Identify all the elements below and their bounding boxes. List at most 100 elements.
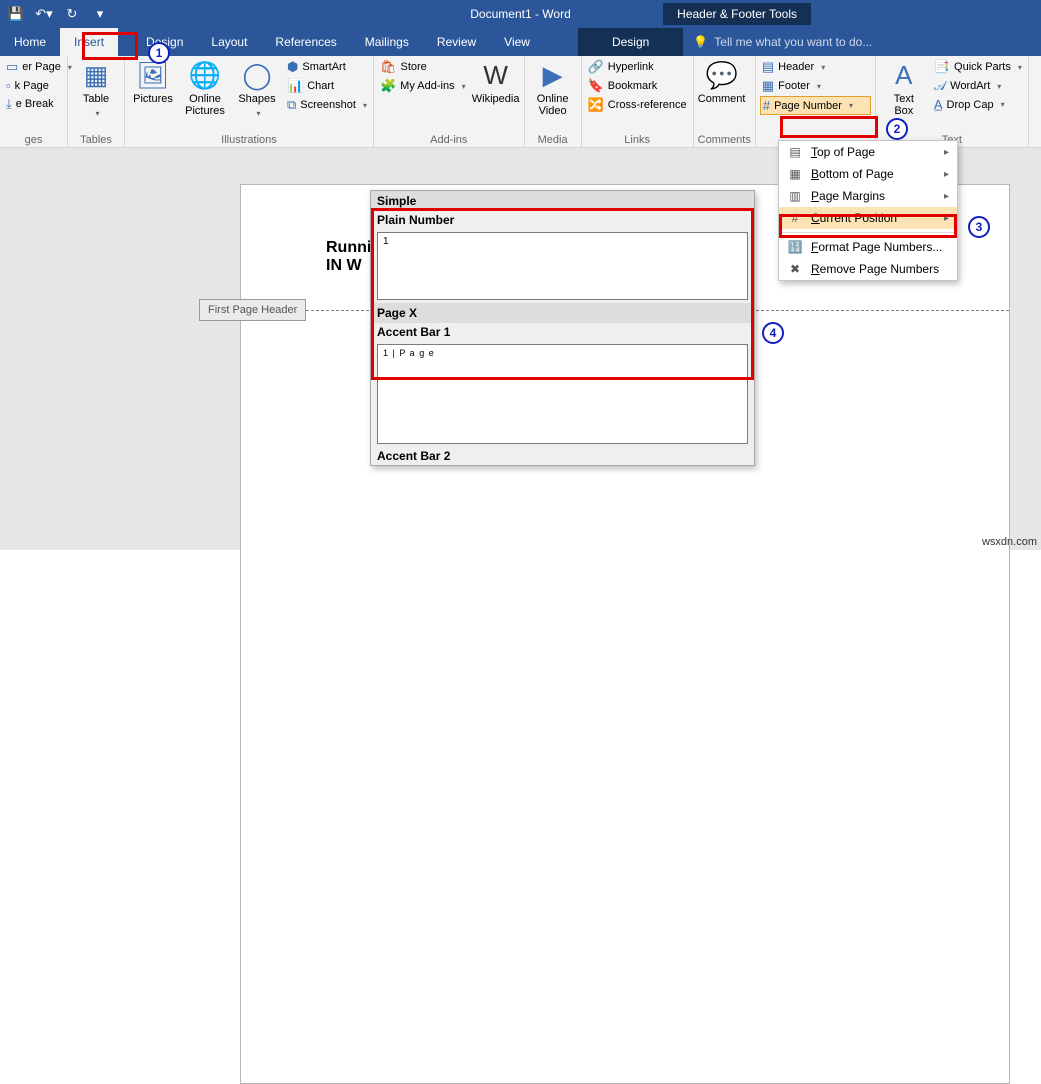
current-pos-icon: #	[787, 211, 803, 225]
group-comments: 💬Comment Comments	[694, 56, 756, 147]
badge-2: 2	[886, 118, 908, 140]
blank-page-button[interactable]: ▫k Page	[4, 77, 63, 94]
footer-button[interactable]: ▦Footer	[760, 77, 871, 95]
pictures-button[interactable]: 🖼Pictures	[129, 58, 177, 105]
header-icon: ▤	[762, 59, 774, 75]
my-addins-button[interactable]: 🧩My Add-ins	[378, 77, 468, 95]
online-pictures-button[interactable]: 🌐Online Pictures	[181, 58, 229, 117]
dropcap-icon: A̲	[934, 97, 943, 112]
tab-view[interactable]: View	[490, 28, 544, 56]
wikipedia-button[interactable]: WWikipedia	[472, 58, 520, 105]
blank-page-icon: ▫	[6, 78, 11, 93]
screenshot-button[interactable]: ⧉Screenshot	[285, 96, 369, 114]
wordart-icon: 𝒜	[934, 78, 946, 94]
comment-button[interactable]: 💬Comment	[698, 58, 746, 105]
hyperlink-icon: 🔗	[588, 59, 604, 75]
dd-format-page-numbers[interactable]: 🔢Format Page Numbers...	[779, 236, 957, 258]
margins-icon: ▥	[787, 189, 803, 203]
cross-reference-button[interactable]: 🔀Cross-reference	[586, 96, 689, 114]
chart-button[interactable]: 📊Chart	[285, 77, 369, 95]
group-label-addins: Add-ins	[378, 133, 520, 147]
submenu-arrow-icon: ▸	[944, 169, 949, 180]
gallery-preview-accent1[interactable]: 1 | P a g e	[377, 344, 748, 444]
group-label-tables: Tables	[72, 133, 120, 147]
dd-page-margins[interactable]: ▥Page Margins▸	[779, 185, 957, 207]
cover-page-icon: ▭	[6, 59, 18, 75]
group-label-media: Media	[529, 133, 577, 147]
top-page-icon: ▤	[787, 145, 803, 159]
cover-page-button[interactable]: ▭er Page	[4, 58, 63, 76]
group-headerfooter: ▤Header ▦Footer #Page Number Header & Fo…	[756, 56, 876, 147]
tab-insert[interactable]: Insert	[60, 28, 118, 56]
wikipedia-icon: W	[472, 60, 520, 91]
chart-icon: 📊	[287, 78, 303, 94]
bookmark-button[interactable]: 🔖Bookmark	[586, 77, 689, 95]
document-title: Document1 - Word	[470, 7, 570, 21]
tell-me-search[interactable]: 💡 Tell me what you want to do...	[693, 28, 872, 56]
bookmark-icon: 🔖	[588, 78, 604, 94]
tab-layout[interactable]: Layout	[197, 28, 261, 56]
submenu-arrow-icon: ▸	[944, 147, 949, 158]
smartart-button[interactable]: ⬢SmartArt	[285, 58, 369, 76]
lightbulb-icon: 💡	[693, 35, 708, 49]
page-number-button[interactable]: #Page Number	[760, 96, 871, 115]
customize-qat-icon[interactable]: ▾	[88, 2, 112, 26]
save-icon[interactable]: 💾	[4, 2, 28, 26]
tab-references[interactable]: References	[261, 28, 350, 56]
shapes-button[interactable]: ◯Shapes	[233, 58, 281, 119]
document-body-text: Runni IN W	[326, 239, 371, 275]
drop-cap-button[interactable]: A̲Drop Cap	[932, 96, 1024, 113]
submenu-arrow-icon: ▸	[944, 213, 949, 224]
screenshot-icon: ⧉	[287, 97, 296, 113]
dd-current-position[interactable]: #Current Position▸	[779, 207, 957, 229]
page-number-gallery[interactable]: Simple Plain Number 1 Page X Accent Bar …	[370, 190, 755, 466]
gallery-preview-plain[interactable]: 1	[377, 232, 748, 300]
contextual-tab-title: Header & Footer Tools	[663, 3, 811, 25]
undo-icon[interactable]: ↶▾	[32, 2, 56, 26]
footer-icon: ▦	[762, 78, 774, 94]
dd-bottom-of-page[interactable]: ▦Bottom of Page▸	[779, 163, 957, 185]
tab-home[interactable]: Home	[0, 28, 60, 56]
shapes-icon: ◯	[233, 60, 281, 91]
store-icon: 🛍	[380, 59, 397, 75]
watermark: wsxdn.com	[982, 536, 1037, 548]
addins-icon: 🧩	[380, 78, 396, 94]
table-button[interactable]: ▦ Table	[72, 58, 120, 119]
tab-review[interactable]: Review	[423, 28, 490, 56]
group-addins: 🛍Store 🧩My Add-ins WWikipedia Add-ins	[374, 56, 525, 147]
badge-1: 1	[148, 42, 170, 64]
page-number-icon: #	[763, 98, 770, 113]
wordart-button[interactable]: 𝒜WordArt	[932, 77, 1024, 95]
comment-icon: 💬	[698, 60, 746, 91]
video-icon: ▶	[529, 60, 577, 91]
textbox-icon: A	[880, 60, 928, 91]
tab-mailings[interactable]: Mailings	[351, 28, 423, 56]
group-pages: ▭er Page ▫k Page ⤓e Break ges	[0, 56, 68, 147]
dd-remove-page-numbers[interactable]: ✖Remove Page Numbers	[779, 258, 957, 280]
online-pictures-icon: 🌐	[181, 60, 229, 91]
online-video-button[interactable]: ▶Online Video	[529, 58, 577, 117]
gallery-item-accent1[interactable]: Accent Bar 1	[371, 323, 754, 341]
group-tables: ▦ Table Tables	[68, 56, 125, 147]
group-label-pages: ges	[4, 133, 63, 147]
store-button[interactable]: 🛍Store	[378, 58, 468, 76]
bottom-page-icon: ▦	[787, 167, 803, 181]
first-page-header-tab[interactable]: First Page Header	[199, 299, 306, 321]
hyperlink-button[interactable]: 🔗Hyperlink	[586, 58, 689, 76]
page-break-icon: ⤓	[6, 96, 12, 112]
tell-me-placeholder: Tell me what you want to do...	[714, 35, 872, 49]
tab-hf-design[interactable]: Design	[578, 28, 683, 56]
group-media: ▶Online Video Media	[525, 56, 582, 147]
group-illustrations: 🖼Pictures 🌐Online Pictures ◯Shapes ⬢Smar…	[125, 56, 374, 147]
dd-top-of-page[interactable]: ▤Top of Page▸	[779, 141, 957, 163]
page-break-button[interactable]: ⤓e Break	[4, 95, 63, 113]
gallery-section-pagex: Page X	[371, 303, 754, 323]
remove-icon: ✖	[787, 262, 803, 276]
gallery-item-accent2[interactable]: Accent Bar 2	[371, 447, 754, 465]
quick-parts-button[interactable]: 📑Quick Parts	[932, 58, 1024, 76]
submenu-arrow-icon: ▸	[944, 191, 949, 202]
redo-icon[interactable]: ↻	[60, 2, 84, 26]
header-button[interactable]: ▤Header	[760, 58, 871, 76]
gallery-item-plain-number[interactable]: Plain Number	[371, 211, 754, 229]
titlebar: 💾 ↶▾ ↻ ▾ Document1 - Word Header & Foote…	[0, 0, 1041, 28]
